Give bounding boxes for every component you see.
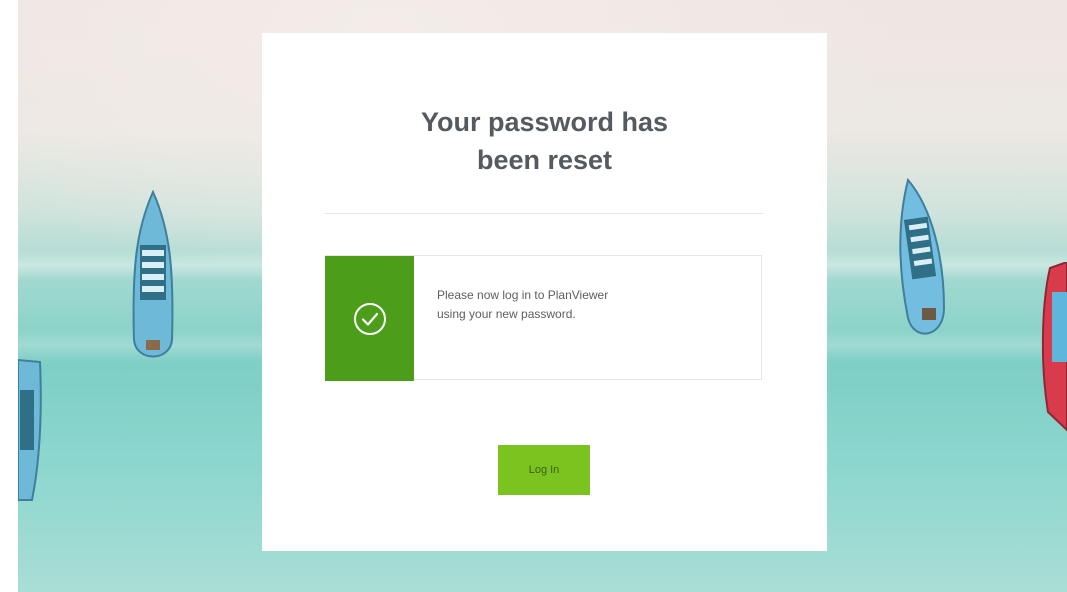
- alert-message: Please now log in to PlanViewer using yo…: [437, 286, 737, 324]
- password-reset-card: Your password has been reset Please now …: [262, 33, 827, 551]
- log-in-button[interactable]: Log In: [498, 445, 590, 495]
- check-circle-icon: [353, 302, 386, 335]
- title-line-2: been reset: [476, 145, 613, 175]
- title-line-1: Your password has: [420, 107, 669, 137]
- alert-message-line-2: using your new password.: [437, 307, 576, 321]
- boat-image-far-left: [18, 358, 42, 501]
- success-alert: Please now log in to PlanViewer using yo…: [325, 255, 762, 381]
- alert-icon-box: [325, 256, 414, 381]
- boat-image-far-right: [1041, 262, 1067, 432]
- page-title: Your password has been reset: [262, 103, 827, 179]
- boat-image-right: [899, 178, 946, 335]
- alert-message-line-1: Please now log in to PlanViewer: [437, 288, 609, 302]
- divider: [324, 213, 764, 214]
- boat-image-left: [132, 190, 174, 358]
